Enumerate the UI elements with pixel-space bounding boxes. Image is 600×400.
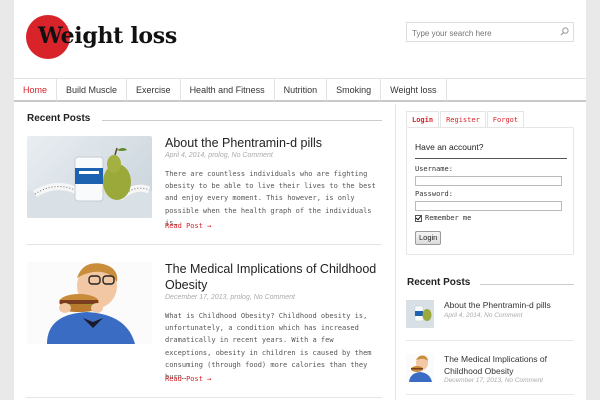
post-excerpt: There are countless individuals who are … bbox=[165, 170, 376, 227]
remember-checkbox[interactable] bbox=[415, 214, 422, 222]
nav-item-nutrition[interactable]: Nutrition bbox=[275, 79, 328, 101]
post-title[interactable]: The Medical Implications of Childhood Ob… bbox=[165, 261, 380, 293]
tab-forgot[interactable]: Forgot bbox=[486, 111, 525, 127]
main-nav: Home Build Muscle Exercise Health and Fi… bbox=[14, 78, 586, 102]
nav-item-weight-loss[interactable]: Weight loss bbox=[381, 79, 447, 101]
nav-item-build-muscle[interactable]: Build Muscle bbox=[57, 79, 128, 101]
column-divider bbox=[395, 104, 396, 400]
post-title[interactable]: About the Phentramin-d pills bbox=[165, 135, 380, 151]
post-thumbnail-child[interactable] bbox=[27, 262, 152, 344]
sidebar-separator bbox=[406, 340, 574, 341]
login-rule bbox=[415, 158, 567, 159]
sidebar-separator bbox=[406, 394, 574, 395]
tab-register[interactable]: Register bbox=[440, 111, 486, 127]
sidebar-post-title[interactable]: The Medical Implications of Childhood Ob… bbox=[444, 353, 584, 377]
post-thumbnail-pills[interactable] bbox=[27, 136, 152, 218]
section-rule bbox=[480, 284, 574, 285]
login-tabs: Login Register Forgot bbox=[406, 111, 525, 127]
sidebar-post-thumbnail[interactable] bbox=[406, 354, 434, 382]
remember-label: Remember me bbox=[425, 214, 472, 222]
child-thumb-image bbox=[406, 354, 434, 382]
post-excerpt: What is Childhood Obesity? Childhood obe… bbox=[165, 312, 372, 382]
password-field[interactable] bbox=[415, 201, 562, 211]
sidebar-post-meta: April 4, 2014, No Comment bbox=[444, 312, 523, 319]
post-separator bbox=[26, 397, 382, 398]
pills-thumb-image bbox=[406, 300, 434, 328]
login-button[interactable]: Login bbox=[415, 231, 442, 245]
recent-posts-heading: Recent Posts bbox=[27, 113, 91, 124]
section-rule bbox=[102, 120, 382, 121]
read-post-link[interactable]: Read Post → bbox=[165, 222, 211, 230]
nav-item-smoking[interactable]: Smoking bbox=[327, 79, 382, 101]
nav-item-health-and-fitness[interactable]: Health and Fitness bbox=[181, 79, 275, 101]
sidebar-post-meta: December 17, 2013, No Comment bbox=[444, 377, 543, 384]
page: Weight loss Home Build Muscle Exercise H… bbox=[14, 0, 586, 400]
search-input[interactable] bbox=[407, 24, 547, 43]
password-label: Password: bbox=[415, 190, 453, 198]
post-meta: April 4, 2014, prolog, No Comment bbox=[165, 152, 273, 159]
child-eating-image bbox=[27, 262, 152, 344]
pills-image bbox=[27, 147, 152, 218]
remember-me[interactable]: Remember me bbox=[415, 214, 471, 222]
nav-item-exercise[interactable]: Exercise bbox=[127, 79, 181, 101]
nav-item-home[interactable]: Home bbox=[14, 79, 58, 101]
post-meta: December 17, 2013, prolog, No Comment bbox=[165, 294, 295, 301]
tab-login[interactable]: Login bbox=[406, 111, 440, 127]
sidebar-recent-posts-heading: Recent Posts bbox=[407, 277, 471, 288]
sidebar-post-title[interactable]: About the Phentramin-d pills bbox=[444, 299, 584, 311]
sidebar-post-thumbnail[interactable] bbox=[406, 300, 434, 328]
username-label: Username: bbox=[415, 165, 453, 173]
username-field[interactable] bbox=[415, 176, 562, 186]
login-form: Have an account? Username: Password: Rem… bbox=[406, 127, 574, 255]
read-post-link[interactable]: Read Post → bbox=[165, 375, 211, 383]
post-separator bbox=[26, 244, 382, 245]
search-box bbox=[406, 22, 574, 43]
login-heading: Have an account? bbox=[415, 142, 484, 152]
logo-text: Weight loss bbox=[38, 23, 177, 49]
search-icon[interactable] bbox=[560, 27, 569, 36]
